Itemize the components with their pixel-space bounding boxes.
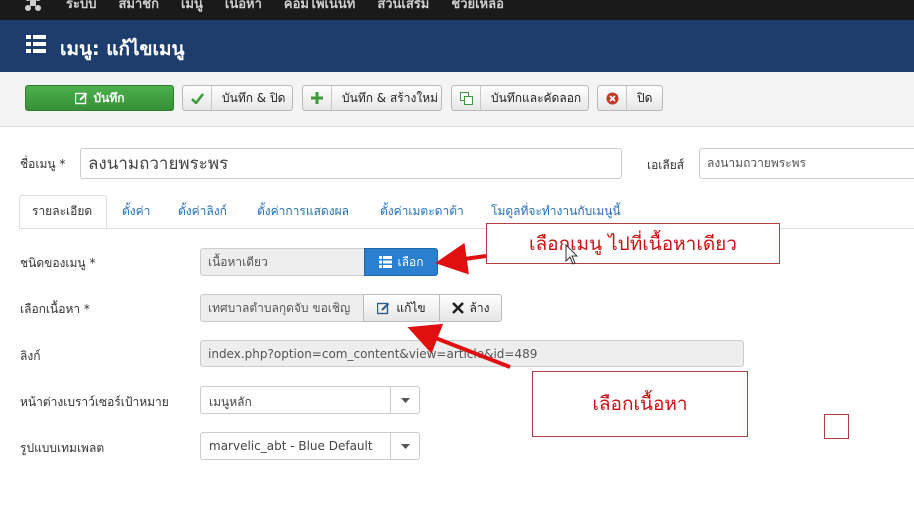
arrow-to-edit-button <box>407 323 511 369</box>
annotation-arrows <box>407 242 579 369</box>
arrow-to-select-button <box>435 242 487 275</box>
mouse-cursor-icon <box>565 243 579 265</box>
